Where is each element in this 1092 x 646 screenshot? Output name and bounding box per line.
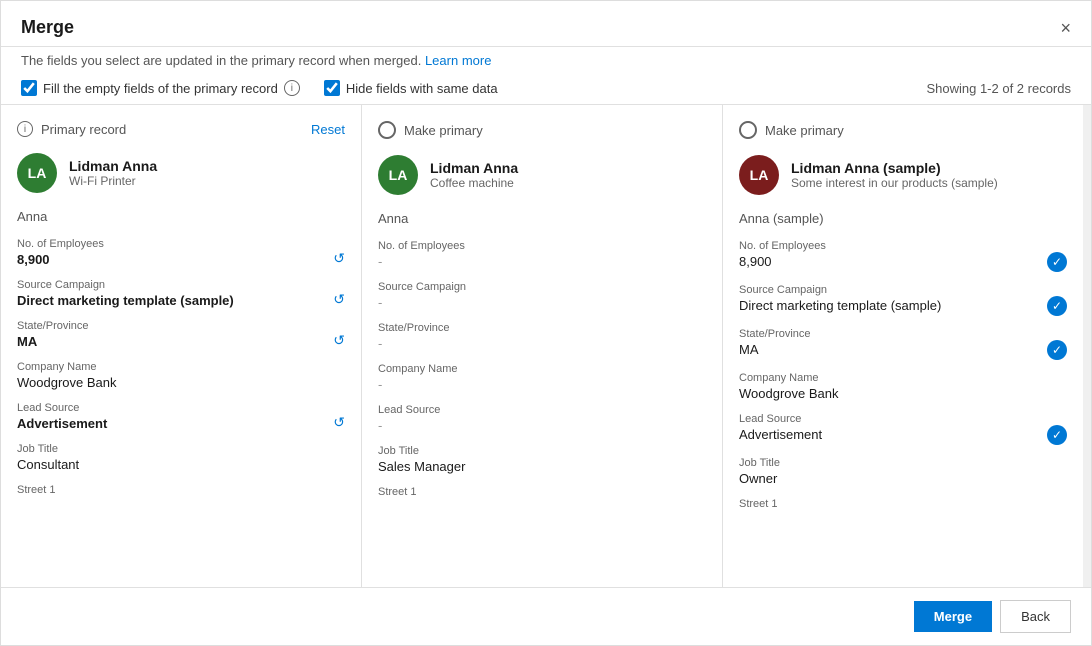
col3-field-employees: No. of Employees 8,900 xyxy=(739,240,1067,272)
columns-container: i Primary record Reset LA Lidman Anna Wi… xyxy=(1,105,1091,587)
merge-dialog: Merge × The fields you select are update… xyxy=(0,0,1092,646)
col2-avatar: LA xyxy=(378,155,418,195)
scrollbar-track xyxy=(1083,105,1091,587)
subtitle-text: The fields you select are updated in the… xyxy=(21,53,421,68)
primary-record-sub: Wi-Fi Printer xyxy=(69,174,157,188)
primary-record-info: Lidman Anna Wi-Fi Printer xyxy=(69,158,157,188)
col3-record-card: LA Lidman Anna (sample) Some interest in… xyxy=(739,155,1067,195)
col2-record-info: Lidman Anna Coffee machine xyxy=(430,160,518,190)
col2-field-lead-source: Lead Source - xyxy=(378,404,706,433)
undo-icon-source-campaign[interactable]: ↺ xyxy=(333,291,345,308)
col2-record-sub: Coffee machine xyxy=(430,176,518,190)
reset-link[interactable]: Reset xyxy=(311,122,345,137)
col3-field-company: Company Name Woodgrove Bank xyxy=(739,372,1067,401)
dialog-header: Merge × xyxy=(1,1,1091,47)
dialog-subtitle: The fields you select are updated in the… xyxy=(1,47,1091,72)
options-left: Fill the empty fields of the primary rec… xyxy=(21,80,498,96)
col3-field-job-title: Job Title Owner xyxy=(739,457,1067,486)
primary-column: i Primary record Reset LA Lidman Anna Wi… xyxy=(1,105,362,587)
col2-field-street: Street 1 xyxy=(378,486,706,498)
field-content: State/Province MA xyxy=(739,328,1047,357)
back-button[interactable]: Back xyxy=(1000,600,1071,633)
primary-record-card: LA Lidman Anna Wi-Fi Printer xyxy=(17,153,345,193)
col2-field-job-title: Job Title Sales Manager xyxy=(378,445,706,474)
col2-field-state: State/Province - xyxy=(378,322,706,351)
primary-field-source-campaign: Source Campaign Direct marketing templat… xyxy=(17,279,345,308)
merge-button[interactable]: Merge xyxy=(914,601,992,632)
col3-field-state: State/Province MA xyxy=(739,328,1067,360)
field-content: State/Province MA xyxy=(17,320,325,349)
primary-simple-name: Anna xyxy=(17,209,345,224)
col2-simple-name: Anna xyxy=(378,211,706,226)
col2-avatar-initials: LA xyxy=(389,167,408,183)
field-content: Source Campaign Direct marketing templat… xyxy=(739,284,1047,313)
col2-make-primary-radio[interactable] xyxy=(378,121,396,139)
col3-make-primary-label: Make primary xyxy=(765,123,844,138)
field-content: No. of Employees 8,900 xyxy=(17,238,325,267)
fill-empty-checkbox[interactable] xyxy=(21,80,37,96)
col2-record-card: LA Lidman Anna Coffee machine xyxy=(378,155,706,195)
col3-make-primary-radio[interactable] xyxy=(739,121,757,139)
primary-field-street: Street 1 xyxy=(17,484,345,496)
col2-field-source-campaign: Source Campaign - xyxy=(378,281,706,310)
col3-record-sub: Some interest in our products (sample) xyxy=(791,176,998,190)
fill-empty-option[interactable]: Fill the empty fields of the primary rec… xyxy=(21,80,300,96)
showing-count: Showing 1-2 of 2 records xyxy=(926,81,1071,96)
undo-icon-employees[interactable]: ↺ xyxy=(333,250,345,267)
primary-avatar-initials: LA xyxy=(28,165,47,181)
col2-field-company: Company Name - xyxy=(378,363,706,392)
primary-avatar: LA xyxy=(17,153,57,193)
primary-field-employees: No. of Employees 8,900 ↺ xyxy=(17,238,345,267)
fill-empty-label: Fill the empty fields of the primary rec… xyxy=(43,81,278,96)
options-bar: Fill the empty fields of the primary rec… xyxy=(1,72,1091,105)
primary-column-header: i Primary record Reset xyxy=(17,121,345,137)
col2-record-name: Lidman Anna xyxy=(430,160,518,176)
undo-icon-lead-source[interactable]: ↺ xyxy=(333,414,345,431)
field-content: Lead Source Advertisement xyxy=(739,413,1047,442)
primary-field-state: State/Province MA ↺ xyxy=(17,320,345,349)
col3-simple-name: Anna (sample) xyxy=(739,211,1067,226)
col2-field-employees: No. of Employees - xyxy=(378,240,706,269)
hide-same-option[interactable]: Hide fields with same data xyxy=(324,80,498,96)
check-icon-lead-source[interactable] xyxy=(1047,425,1067,445)
check-icon-employees[interactable] xyxy=(1047,252,1067,272)
col3-avatar: LA xyxy=(739,155,779,195)
col2-make-primary-label: Make primary xyxy=(404,123,483,138)
primary-info-icon: i xyxy=(17,121,33,137)
fill-empty-info-icon: i xyxy=(284,80,300,96)
close-button[interactable]: × xyxy=(1060,19,1071,37)
col2-column-header: Make primary xyxy=(378,121,706,139)
check-icon-state[interactable] xyxy=(1047,340,1067,360)
primary-label: Primary record xyxy=(41,122,126,137)
col3-column-header: Make primary xyxy=(739,121,1067,139)
primary-field-company: Company Name Woodgrove Bank xyxy=(17,361,345,390)
hide-same-label: Hide fields with same data xyxy=(346,81,498,96)
primary-field-job-title: Job Title Consultant xyxy=(17,443,345,472)
col3-avatar-initials: LA xyxy=(750,167,769,183)
col3-field-street: Street 1 xyxy=(739,498,1067,510)
col3-column: Make primary LA Lidman Anna (sample) Som… xyxy=(723,105,1083,587)
check-icon-source-campaign[interactable] xyxy=(1047,296,1067,316)
learn-more-link[interactable]: Learn more xyxy=(425,53,491,68)
field-content: Lead Source Advertisement xyxy=(17,402,325,431)
field-content: No. of Employees 8,900 xyxy=(739,240,1047,269)
col3-record-info: Lidman Anna (sample) Some interest in ou… xyxy=(791,160,998,190)
dialog-title: Merge xyxy=(21,17,74,38)
col3-field-source-campaign: Source Campaign Direct marketing templat… xyxy=(739,284,1067,316)
field-content: Source Campaign Direct marketing templat… xyxy=(17,279,325,308)
primary-record-name: Lidman Anna xyxy=(69,158,157,174)
primary-field-lead-source: Lead Source Advertisement ↺ xyxy=(17,402,345,431)
col3-field-lead-source: Lead Source Advertisement xyxy=(739,413,1067,445)
dialog-footer: Merge Back xyxy=(1,587,1091,645)
hide-same-checkbox[interactable] xyxy=(324,80,340,96)
col2-column: Make primary LA Lidman Anna Coffee machi… xyxy=(362,105,723,587)
undo-icon-state[interactable]: ↺ xyxy=(333,332,345,349)
col3-record-name: Lidman Anna (sample) xyxy=(791,160,998,176)
